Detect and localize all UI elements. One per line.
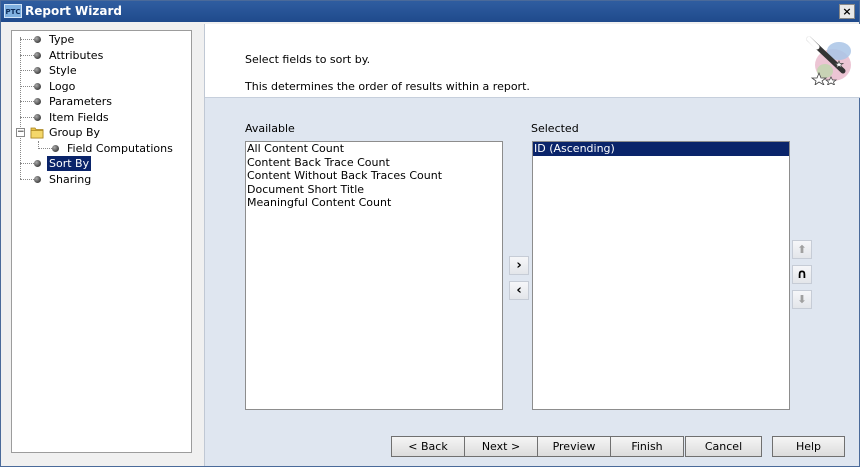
step-bullet-icon xyxy=(34,176,41,183)
tree-item-style[interactable]: Style xyxy=(12,63,182,78)
tree-item-label: Field Computations xyxy=(67,142,173,155)
selected-fields-list[interactable]: ID (Ascending) xyxy=(532,141,790,410)
finish-button[interactable]: Finish xyxy=(610,436,684,457)
preview-button[interactable]: Preview xyxy=(537,436,611,457)
tree-item-label: Style xyxy=(49,64,77,77)
step-bullet-icon xyxy=(34,52,41,59)
tree-item-label: Sharing xyxy=(49,173,92,186)
list-item[interactable]: Content Without Back Traces Count xyxy=(246,169,502,183)
step-bullet-icon xyxy=(52,145,59,152)
window-title: Report Wizard xyxy=(25,4,122,18)
tree-item-label: Parameters xyxy=(49,95,112,108)
step-bullet-icon xyxy=(34,83,41,90)
step-bullet-icon xyxy=(34,98,41,105)
cancel-button[interactable]: Cancel xyxy=(685,436,762,457)
available-fields-list[interactable]: All Content Count Content Back Trace Coun… xyxy=(245,141,503,410)
list-item[interactable]: ID (Ascending) xyxy=(533,142,789,156)
collapse-icon[interactable]: − xyxy=(16,128,25,137)
step-header: Select fields to sort by. This determine… xyxy=(205,24,860,98)
step-bullet-icon xyxy=(34,114,41,121)
ptc-logo-icon: PTC xyxy=(4,4,22,18)
tree-item-field-computations[interactable]: Field Computations xyxy=(12,141,187,156)
add-field-button[interactable]: › xyxy=(509,256,529,275)
tree-item-label: Logo xyxy=(49,80,76,93)
tree-item-logo[interactable]: Logo xyxy=(12,79,182,94)
report-wizard-window: PTC Report Wizard × Type Attributes Styl… xyxy=(0,0,860,467)
tree-item-label: Attributes xyxy=(49,49,104,62)
list-item[interactable]: Document Short Title xyxy=(246,183,502,197)
close-button[interactable]: × xyxy=(839,4,855,19)
list-item[interactable]: All Content Count xyxy=(246,142,502,156)
move-down-button[interactable]: ⬇ xyxy=(792,290,812,309)
tree-item-sort-by[interactable]: Sort By xyxy=(12,156,182,171)
wizard-steps-tree: Type Attributes Style Logo Parameters It… xyxy=(11,30,192,453)
sort-by-panel: Select fields to sort by. This determine… xyxy=(204,24,860,466)
folder-icon xyxy=(30,127,44,139)
selected-label: Selected xyxy=(531,122,579,135)
tree-item-label: Group By xyxy=(49,126,101,139)
tree-item-item-fields[interactable]: Item Fields xyxy=(12,110,182,125)
tree-item-parameters[interactable]: Parameters xyxy=(12,94,182,109)
move-up-button[interactable]: ⬆ xyxy=(792,240,812,259)
list-item[interactable]: Meaningful Content Count xyxy=(246,196,502,210)
tree-item-label: Type xyxy=(49,33,75,46)
tree-item-label: Item Fields xyxy=(49,111,109,124)
tree-item-sharing[interactable]: Sharing xyxy=(12,172,182,187)
list-item[interactable]: Content Back Trace Count xyxy=(246,156,502,170)
tree-item-attributes[interactable]: Attributes xyxy=(12,48,182,63)
help-button[interactable]: Help xyxy=(772,436,845,457)
remove-field-button[interactable]: ‹ xyxy=(509,281,529,300)
available-label: Available xyxy=(245,122,295,135)
tree-item-type[interactable]: Type xyxy=(12,32,182,47)
step-description: This determines the order of results wit… xyxy=(245,80,530,93)
step-instruction: Select fields to sort by. xyxy=(245,53,371,66)
title-bar[interactable]: PTC Report Wizard × xyxy=(1,1,859,22)
toggle-sort-direction-button[interactable]: ∩ xyxy=(792,265,812,284)
next-button[interactable]: Next > xyxy=(464,436,538,457)
step-bullet-icon xyxy=(34,36,41,43)
tree-item-label: Sort By xyxy=(47,156,92,171)
step-bullet-icon xyxy=(34,67,41,74)
step-bullet-icon xyxy=(34,160,41,167)
back-button[interactable]: < Back xyxy=(391,436,465,457)
wizard-wand-icon xyxy=(806,36,851,85)
tree-item-group-by[interactable]: − Group By xyxy=(12,125,182,140)
